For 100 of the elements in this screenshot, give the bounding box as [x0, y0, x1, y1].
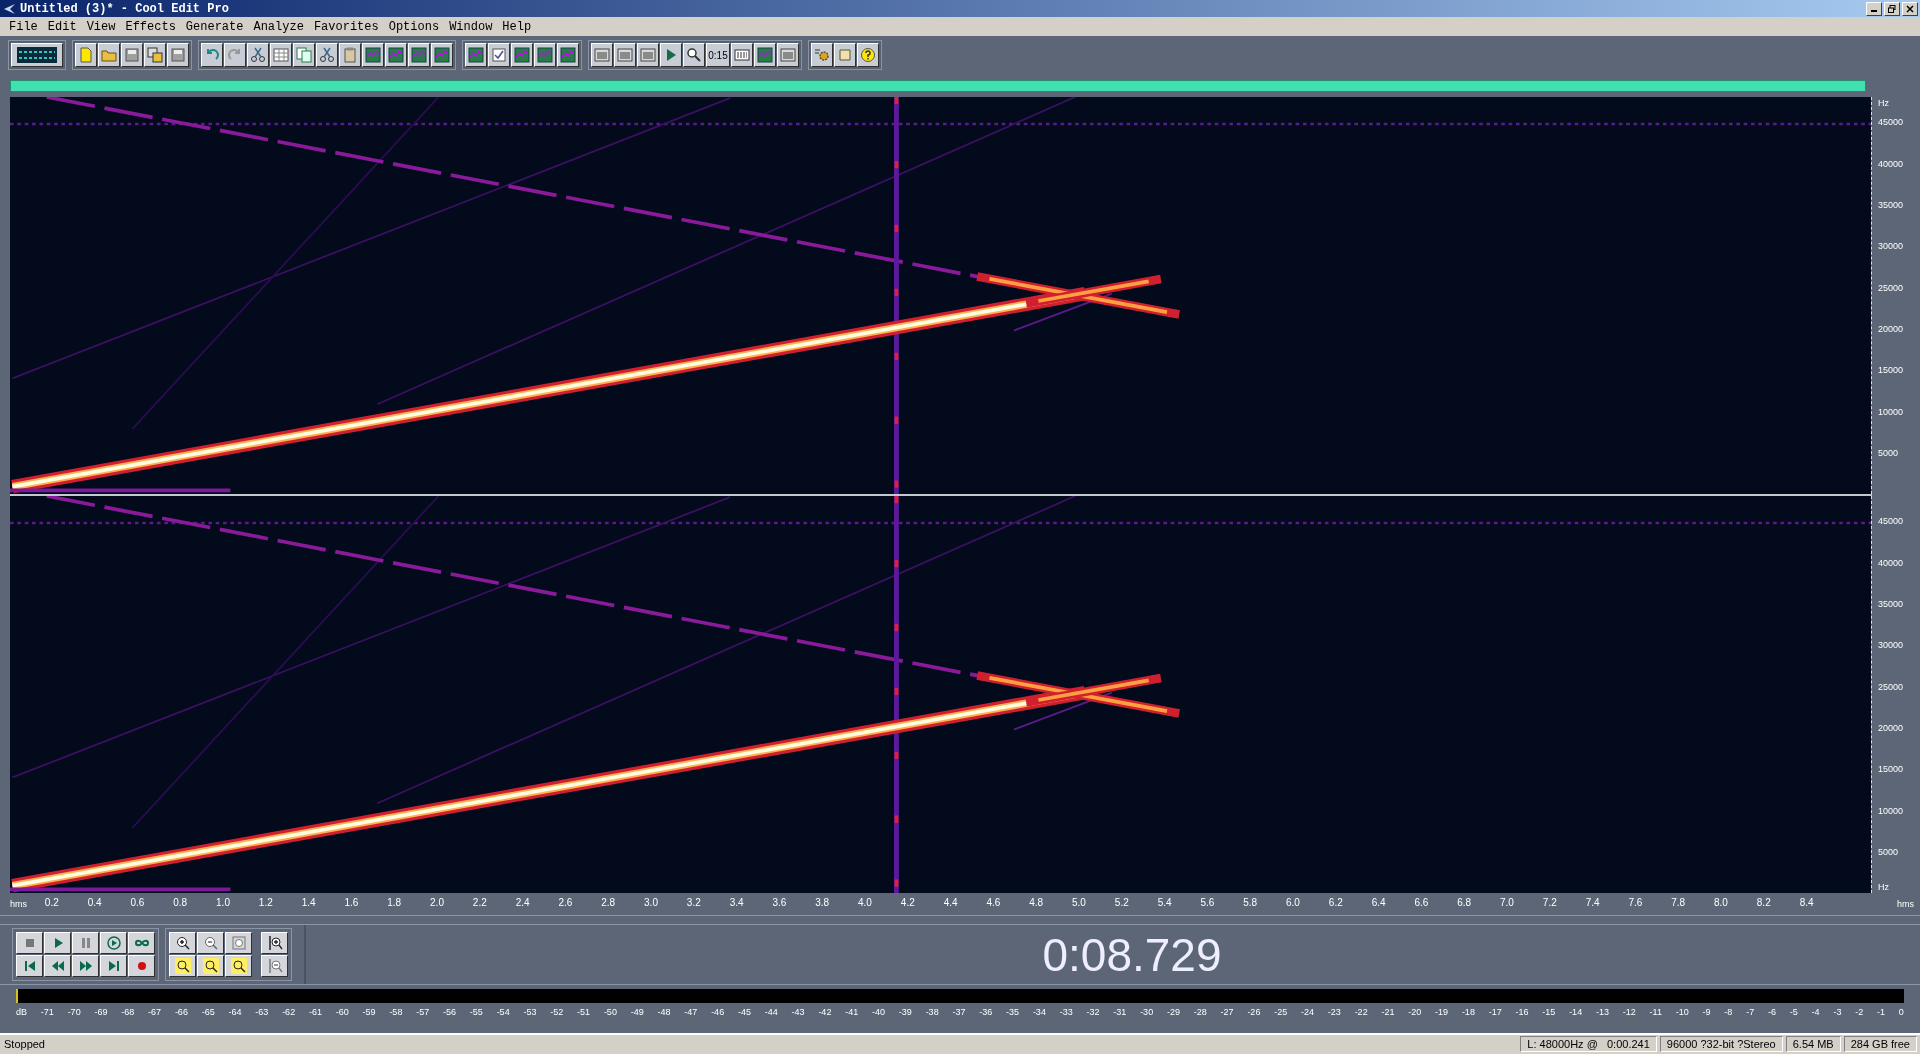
- toolbar-button[interactable]: [75, 43, 97, 68]
- status-field: 284 GB free: [1843, 1036, 1917, 1053]
- meter-scale-label: -44: [764, 1007, 778, 1018]
- menu-item[interactable]: Options: [383, 19, 445, 34]
- toolbar-button[interactable]: [339, 43, 361, 68]
- toolbar-button[interactable]: [511, 43, 533, 68]
- toolbar-button[interactable]: [144, 43, 166, 68]
- axis-label: 35000: [1878, 199, 1904, 210]
- time-format-button[interactable]: 0:15: [706, 43, 730, 68]
- menu-item[interactable]: View: [81, 19, 121, 34]
- toolbar-button[interactable]: [534, 43, 556, 68]
- menu-item[interactable]: File: [4, 19, 43, 34]
- toolbar-button[interactable]: [811, 43, 833, 68]
- meter-scale-label: -15: [1542, 1007, 1556, 1018]
- meter-scale-label: -26: [1247, 1007, 1261, 1018]
- meter-scale-label: -23: [1327, 1007, 1341, 1018]
- toolbar-button[interactable]: [385, 43, 407, 68]
- toolbar-button[interactable]: [201, 43, 223, 68]
- meter-scale-label: -57: [416, 1007, 430, 1018]
- zoom-out-button[interactable]: [197, 932, 224, 955]
- close-button[interactable]: [1902, 1, 1918, 16]
- menu-item[interactable]: Edit: [42, 19, 82, 34]
- menu-item[interactable]: Help: [497, 19, 537, 34]
- axis-label: 4.2: [900, 897, 915, 909]
- axis-label: 6.6: [1414, 897, 1429, 909]
- axis-unit: hms: [1897, 899, 1914, 910]
- toolbar-button[interactable]: [408, 43, 430, 68]
- meter-scale-label: -33: [1059, 1007, 1073, 1018]
- restore-icon: [1888, 4, 1896, 13]
- rewind-button[interactable]: [44, 955, 71, 978]
- zoom-full-button[interactable]: [225, 932, 252, 955]
- axis-label: 15000: [1878, 764, 1904, 775]
- toolbar-button[interactable]: [293, 43, 315, 68]
- meter-scale-label: -19: [1435, 1007, 1449, 1018]
- toolbar-button[interactable]: [316, 43, 338, 68]
- toolbar-button[interactable]: [431, 43, 453, 68]
- toolbar-button[interactable]: [754, 43, 776, 68]
- toolbar-button[interactable]: [121, 43, 143, 68]
- meter-scale-label: -61: [308, 1007, 322, 1018]
- toolbar-button[interactable]: [98, 43, 120, 68]
- toolbar-button[interactable]: [488, 43, 510, 68]
- zoom-out-vertical-button[interactable]: [261, 955, 288, 978]
- clipboard-icon: [342, 47, 358, 64]
- meter-scale-label: -32: [1086, 1007, 1100, 1018]
- axis-label: 2.8: [601, 897, 616, 909]
- toolbar-button[interactable]: [660, 43, 682, 68]
- meter-scale-label: -12: [1622, 1007, 1636, 1018]
- axis-label: 3.8: [815, 897, 830, 909]
- toolbar-button[interactable]: [465, 43, 487, 68]
- meter-scale-label: -39: [898, 1007, 912, 1018]
- go-to-start-button[interactable]: [16, 955, 43, 978]
- restore-button[interactable]: [1884, 1, 1900, 16]
- toolbar-button[interactable]: [224, 43, 246, 68]
- toolbar-button[interactable]: [270, 43, 292, 68]
- record-button[interactable]: [128, 955, 155, 978]
- toolbar-button[interactable]: [683, 43, 705, 68]
- zoom-left-button[interactable]: [169, 955, 196, 978]
- fast-forward-button[interactable]: [72, 955, 99, 978]
- overview-bar[interactable]: [10, 79, 1866, 92]
- toolbar-button[interactable]: [557, 43, 579, 68]
- toolbar-button[interactable]: [167, 43, 189, 68]
- pause-button[interactable]: [72, 932, 99, 955]
- zoom-selection-button[interactable]: [225, 955, 252, 978]
- play-loop-button[interactable]: [100, 932, 127, 955]
- toolbar-button[interactable]: [637, 43, 659, 68]
- axis-label: 5.0: [1072, 897, 1086, 909]
- menu-item[interactable]: Generate: [180, 19, 249, 34]
- meter-scale-label: -64: [228, 1007, 242, 1018]
- meter-scale-label: -1: [1877, 1007, 1886, 1018]
- meter-scale-label: -22: [1354, 1007, 1368, 1018]
- zoom-in-vertical-button[interactable]: [261, 932, 288, 955]
- meter-scale-label: -37: [952, 1007, 966, 1018]
- axis-label: 3.2: [686, 897, 701, 909]
- toolbar-button[interactable]: [247, 43, 269, 68]
- bars-icon: [734, 47, 750, 64]
- menu-item[interactable]: Window: [444, 19, 498, 34]
- menu-item[interactable]: Analyze: [248, 19, 309, 34]
- stop-button[interactable]: [16, 932, 43, 955]
- toolbar-button[interactable]: [614, 43, 636, 68]
- zoom-out-icon: [202, 935, 219, 952]
- minimize-button[interactable]: [1866, 1, 1882, 16]
- toolbar-button[interactable]: [731, 43, 753, 68]
- toolbar-button[interactable]: [591, 43, 613, 68]
- go-to-end-button[interactable]: [100, 955, 127, 978]
- toolbar-button[interactable]: [857, 43, 879, 68]
- meter-scale-label: -9: [1702, 1007, 1711, 1018]
- play-button[interactable]: [44, 932, 71, 955]
- menu-item[interactable]: Favorites: [308, 19, 384, 34]
- zoom-in-button[interactable]: [169, 932, 196, 955]
- axis-unit: Hz: [1878, 98, 1889, 109]
- zoom-right-button[interactable]: [197, 955, 224, 978]
- toolbar-button[interactable]: [834, 43, 856, 68]
- meter-scale-label: -47: [684, 1007, 698, 1018]
- toolbar-button[interactable]: [777, 43, 799, 68]
- axis-label: 5000: [1878, 847, 1899, 858]
- axis-label: 0.8: [173, 897, 188, 909]
- toolbar-button[interactable]: [362, 43, 384, 68]
- loop-button[interactable]: [128, 932, 155, 955]
- menu-item[interactable]: Effects: [120, 19, 181, 34]
- meter-scale-label: -2: [1855, 1007, 1864, 1018]
